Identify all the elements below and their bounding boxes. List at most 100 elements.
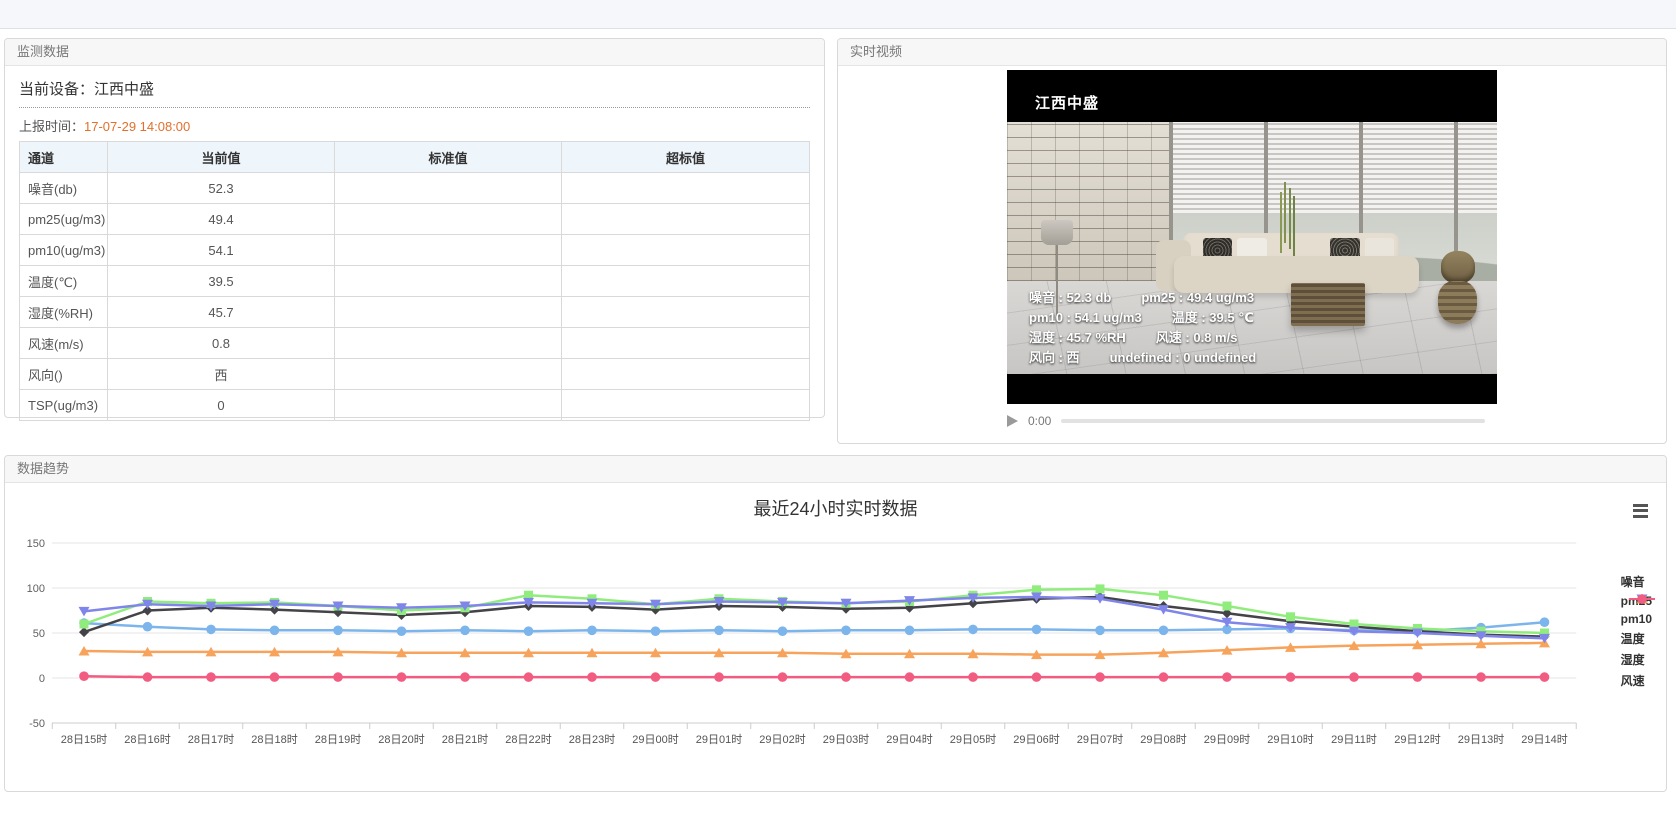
vase-upper (1441, 251, 1475, 284)
legend-marker-icon (1629, 593, 1655, 605)
table-row: pm10(ug/m3)54.1 (20, 235, 810, 266)
svg-text:29日04时: 29日04时 (886, 733, 932, 746)
svg-text:29日08时: 29日08时 (1140, 733, 1186, 746)
svg-text:29日06时: 29日06时 (1013, 733, 1059, 746)
video-player[interactable]: 江西中盛 (1007, 70, 1497, 404)
svg-text:29日07时: 29日07时 (1077, 733, 1123, 746)
legend-item[interactable]: 温度 (1621, 630, 1652, 647)
plant-stems (1284, 182, 1286, 242)
report-time-value: 17-07-29 14:08:00 (84, 119, 190, 134)
video-panel-title: 实时视频 (838, 39, 1666, 66)
page: 监测数据 当前设备：江西中盛 上报时间：17-07-29 14:08:00 通道… (0, 0, 1676, 830)
overlay-stat-line: 风向 : 西undefined : 0 undefined (1029, 348, 1256, 368)
table-cell: 39.5 (108, 266, 335, 297)
table-cell (562, 204, 810, 235)
table-cell (335, 266, 562, 297)
svg-text:50: 50 (33, 628, 45, 640)
svg-text:28日23时: 28日23时 (569, 733, 615, 746)
overlay-stat: 湿度 : 45.7 %RH (1029, 328, 1126, 348)
video-panel-body: 江西中盛 (838, 66, 1666, 430)
svg-text:28日18时: 28日18时 (251, 733, 297, 746)
monitor-panel: 监测数据 当前设备：江西中盛 上报时间：17-07-29 14:08:00 通道… (4, 38, 825, 418)
overlay-stat-line: 噪音 : 52.3 dbpm25 : 49.4 ug/m3 (1029, 288, 1256, 308)
overlay-stat: 噪音 : 52.3 db (1029, 288, 1111, 308)
monitor-table: 通道当前值标准值超标值 噪音(db)52.3pm25(ug/m3)49.4pm1… (19, 141, 810, 421)
svg-text:29日03时: 29日03时 (823, 733, 869, 746)
svg-text:150: 150 (27, 538, 45, 550)
table-row: 温度(℃)39.5 (20, 266, 810, 297)
table-cell (335, 204, 562, 235)
monitor-table-col-header: 通道 (20, 142, 108, 173)
play-button[interactable] (1007, 415, 1018, 427)
monitor-table-col-header: 标准值 (335, 142, 562, 173)
table-cell (335, 328, 562, 359)
table-cell (562, 266, 810, 297)
table-cell: 54.1 (108, 235, 335, 266)
table-cell: pm10(ug/m3) (20, 235, 108, 266)
table-cell (335, 173, 562, 204)
room-stone-wall (1007, 122, 1169, 281)
overlay-stat: pm10 : 54.1 ug/m3 (1029, 308, 1142, 328)
monitor-panel-title: 监测数据 (5, 39, 824, 66)
current-device-label: 当前设备： (19, 81, 94, 98)
svg-text:28日16时: 28日16时 (124, 733, 170, 746)
table-cell: 风速(m/s) (20, 328, 108, 359)
table-cell (335, 390, 562, 421)
svg-text:28日20时: 28日20时 (378, 733, 424, 746)
coffee-table (1291, 283, 1365, 326)
table-cell (562, 297, 810, 328)
report-time-label: 上报时间： (19, 119, 84, 134)
svg-text:29日09时: 29日09时 (1204, 733, 1250, 746)
table-cell (335, 235, 562, 266)
legend-label: 温度 (1621, 630, 1645, 647)
svg-text:29日13时: 29日13时 (1458, 733, 1504, 746)
table-cell: 49.4 (108, 204, 335, 235)
chart-menu-button[interactable] (1633, 501, 1648, 520)
table-row: TSP(ug/m3)0 (20, 390, 810, 421)
table-cell: pm25(ug/m3) (20, 204, 108, 235)
svg-text:100: 100 (27, 583, 45, 595)
table-cell: 0 (108, 390, 335, 421)
video-progress-bar[interactable] (1061, 419, 1485, 423)
table-cell (562, 328, 810, 359)
svg-text:-50: -50 (29, 718, 45, 730)
trend-chart-svg: 150100500-5028日15时28日16时28日17时28日18时28日1… (13, 503, 1593, 759)
legend-item[interactable]: 湿度 (1621, 651, 1652, 668)
table-row: 噪音(db)52.3 (20, 173, 810, 204)
table-cell (335, 359, 562, 390)
table-cell: 湿度(%RH) (20, 297, 108, 328)
legend-item[interactable]: pm10 (1621, 612, 1652, 626)
trend-panel: 数据趋势 最近24小时实时数据 150100500-5028日15时28日16时… (4, 455, 1667, 792)
svg-text:0: 0 (39, 673, 45, 685)
trend-panel-title: 数据趋势 (5, 456, 1666, 483)
table-cell: 风向() (20, 359, 108, 390)
video-time: 0:00 (1028, 414, 1051, 428)
monitor-table-col-header: 当前值 (108, 142, 335, 173)
legend-label: 噪音 (1621, 573, 1645, 590)
legend-item[interactable]: 噪音 (1621, 573, 1652, 590)
table-cell: 温度(℃) (20, 266, 108, 297)
monitor-table-col-header: 超标值 (562, 142, 810, 173)
overlay-stat: 温度 : 39.5 ℃ (1172, 308, 1254, 328)
table-cell: 52.3 (108, 173, 335, 204)
chart-legend: 噪音pm25pm10温度湿度风速 (1621, 573, 1652, 693)
svg-text:29日12时: 29日12时 (1394, 733, 1440, 746)
floor-lamp-shade (1041, 220, 1073, 245)
overlay-stat: 风向 : 西 (1029, 348, 1080, 368)
svg-text:29日05时: 29日05时 (950, 733, 996, 746)
legend-item[interactable]: 风速 (1621, 672, 1652, 689)
table-row: 湿度(%RH)45.7 (20, 297, 810, 328)
svg-text:28日15时: 28日15时 (61, 733, 107, 746)
legend-label: 湿度 (1621, 651, 1645, 668)
video-overlay-device-name: 江西中盛 (1035, 92, 1099, 113)
table-cell (562, 359, 810, 390)
legend-label: 风速 (1621, 672, 1645, 689)
page-topbar (0, 0, 1676, 29)
svg-text:28日21时: 28日21时 (442, 733, 488, 746)
video-controls: 0:00 (1007, 412, 1497, 430)
chart-area: 最近24小时实时数据 150100500-5028日15时28日16时28日17… (5, 483, 1666, 792)
overlay-stat: 风速 : 0.8 m/s (1156, 328, 1238, 348)
monitor-panel-body: 当前设备：江西中盛 上报时间：17-07-29 14:08:00 通道当前值标准… (5, 66, 824, 421)
table-row: 风向()西 (20, 359, 810, 390)
report-time-line: 上报时间：17-07-29 14:08:00 (19, 116, 810, 135)
